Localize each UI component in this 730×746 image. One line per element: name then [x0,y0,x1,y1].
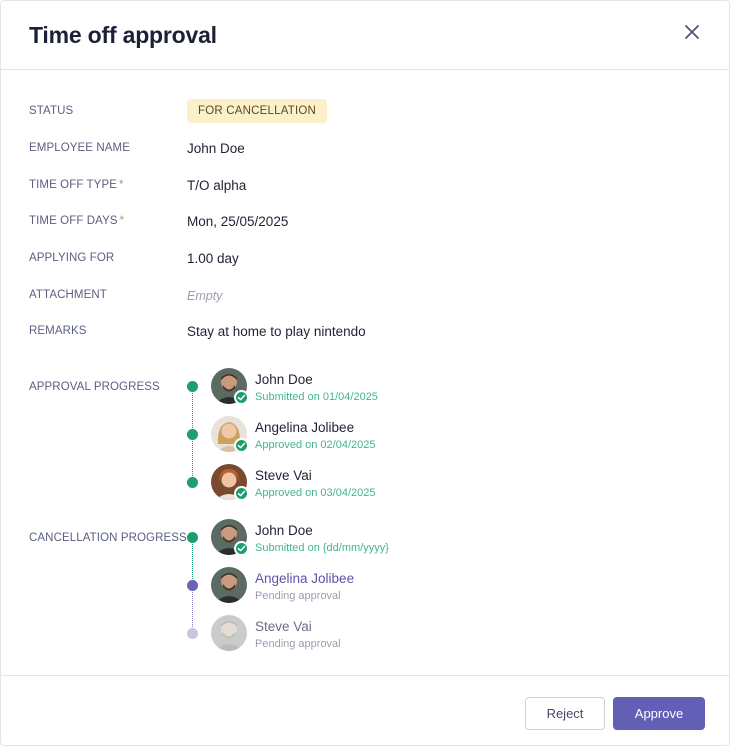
attachment-label: ATTACHMENT [29,289,107,301]
step-dot [187,477,198,488]
approval-progress-label: APPROVAL PROGRESS [29,381,160,393]
step-dot [187,429,198,440]
attachment-value: Empty [187,289,223,303]
status-label: STATUS [29,105,74,117]
cancellation-step: Angelina Jolibee Pending approval [187,567,487,607]
approver-name: John Doe [255,523,313,538]
approver-name: John Doe [255,372,313,387]
remarks-value: Stay at home to play nintendo [187,324,366,339]
check-icon [234,541,249,556]
remarks-label: REMARKS [29,325,87,337]
approver-status: Pending approval [255,590,341,602]
approver-status: Approved on 02/04/2025 [255,439,376,451]
approver-name: Angelina Jolibee [255,571,355,586]
dialog-header: Time off approval [1,1,729,70]
close-icon[interactable] [683,23,701,41]
approver-name: Steve Vai [255,468,312,483]
approval-step: John Doe Submitted on 01/04/2025 [187,368,487,408]
step-dot [187,628,198,639]
employee-name-label: EMPLOYEE NAME [29,142,130,154]
cancellation-step: Steve Vai Pending approval [187,615,487,655]
time-off-days-label: TIME OFF DAYS * [29,215,124,227]
approve-button[interactable]: Approve [613,697,705,730]
status-badge: FOR CANCELLATION [187,99,328,123]
reject-button[interactable]: Reject [525,697,605,730]
time-off-type-value: T/O alpha [187,178,247,193]
approver-name: Steve Vai [255,619,312,634]
cancellation-progress-label: CANCELLATION PROGRESS [29,532,187,544]
approval-step: Angelina Jolibee Approved on 02/04/2025 [187,416,487,456]
check-icon [234,390,249,405]
step-dot [187,580,198,591]
avatar [211,615,247,651]
approver-status: Submitted on 01/04/2025 [255,391,378,403]
dialog-footer: Reject Approve [1,675,729,746]
approver-name: Angelina Jolibee [255,420,355,435]
approver-status: Submitted on {dd/mm/yyyy} [255,542,389,554]
cancellation-step: John Doe Submitted on {dd/mm/yyyy} [187,519,487,559]
time-off-approval-dialog: Time off approval STATUS FOR CANCELLATIO… [0,0,730,746]
approval-step: Steve Vai Approved on 03/04/2025 [187,464,487,504]
dialog-title: Time off approval [29,22,217,48]
step-dot [187,381,198,392]
time-off-days-value: Mon, 25/05/2025 [187,214,289,229]
time-off-days-label-text: TIME OFF DAYS [29,215,118,227]
approver-status: Approved on 03/04/2025 [255,487,376,499]
avatar [211,567,247,603]
check-icon [234,438,249,453]
check-icon [234,486,249,501]
time-off-type-label: TIME OFF TYPE * [29,179,124,191]
applying-for-label: APPLYING FOR [29,252,115,264]
required-marker: * [118,179,124,191]
time-off-type-label-text: TIME OFF TYPE [29,179,117,191]
step-dot [187,532,198,543]
required-marker: * [119,215,125,227]
applying-for-value: 1.00 day [187,251,239,266]
approver-status: Pending approval [255,638,341,650]
employee-name-value: John Doe [187,141,245,156]
